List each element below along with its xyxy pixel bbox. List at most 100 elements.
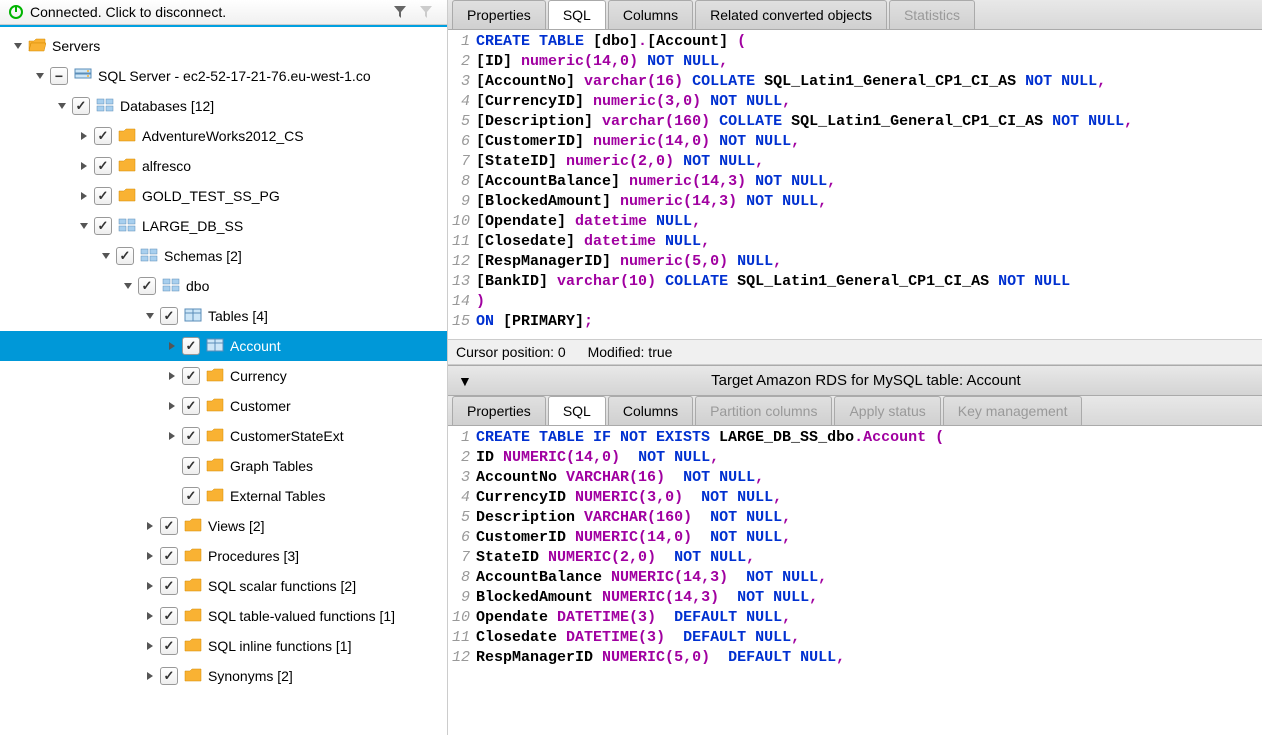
code-content[interactable]: [RespManagerID] numeric(5,0) NULL, (476, 252, 782, 272)
expander-icon[interactable] (78, 130, 90, 142)
tree-other-2[interactable]: SQL scalar functions [2] (0, 571, 447, 601)
target-sql-editor[interactable]: 1CREATE TABLE IF NOT EXISTS LARGE_DB_SS_… (448, 426, 1262, 735)
tree-other-0[interactable]: Views [2] (0, 511, 447, 541)
tree-servers[interactable]: Servers (0, 31, 447, 61)
checkbox[interactable] (94, 217, 112, 235)
tree-table-2[interactable]: Customer (0, 391, 447, 421)
code-content[interactable]: ) (476, 292, 485, 312)
tab-sql[interactable]: SQL (548, 396, 606, 425)
code-content[interactable]: [AccountNo] varchar(16) COLLATE SQL_Lati… (476, 72, 1106, 92)
tree-db-1[interactable]: alfresco (0, 151, 447, 181)
checkbox[interactable] (182, 337, 200, 355)
expander-icon[interactable] (144, 610, 156, 622)
tree-other-1[interactable]: Procedures [3] (0, 541, 447, 571)
tab-sql[interactable]: SQL (548, 0, 606, 29)
expander-icon[interactable] (166, 340, 178, 352)
checkbox[interactable] (182, 367, 200, 385)
source-sql-editor[interactable]: 1CREATE TABLE [dbo].[Account] (2[ID] num… (448, 30, 1262, 339)
checkbox[interactable] (182, 457, 200, 475)
tree-extra-0[interactable]: Graph Tables (0, 451, 447, 481)
tab-related-converted-objects[interactable]: Related converted objects (695, 0, 887, 29)
checkbox[interactable] (160, 667, 178, 685)
tree-tables[interactable]: Tables [4] (0, 301, 447, 331)
code-content[interactable]: ON [PRIMARY]; (476, 312, 593, 332)
checkbox[interactable] (160, 637, 178, 655)
expander-icon[interactable] (144, 310, 156, 322)
tree-schemas[interactable]: Schemas [2] (0, 241, 447, 271)
expander-icon[interactable] (144, 520, 156, 532)
checkbox[interactable] (182, 487, 200, 505)
checkbox[interactable] (160, 307, 178, 325)
tab-properties[interactable]: Properties (452, 0, 546, 29)
tab-columns[interactable]: Columns (608, 0, 693, 29)
expander-icon[interactable] (78, 190, 90, 202)
checkbox[interactable] (94, 127, 112, 145)
code-content[interactable]: CurrencyID NUMERIC(3,0) NOT NULL, (476, 488, 782, 508)
tree-extra-1[interactable]: External Tables (0, 481, 447, 511)
tab-properties[interactable]: Properties (452, 396, 546, 425)
code-content[interactable]: [ID] numeric(14,0) NOT NULL, (476, 52, 728, 72)
code-content[interactable]: Opendate DATETIME(3) DEFAULT NULL, (476, 608, 791, 628)
code-content[interactable]: CREATE TABLE IF NOT EXISTS LARGE_DB_SS_d… (476, 428, 944, 448)
power-icon[interactable] (8, 4, 24, 20)
tree-other-4[interactable]: SQL inline functions [1] (0, 631, 447, 661)
tree-db-0[interactable]: AdventureWorks2012_CS (0, 121, 447, 151)
code-content[interactable]: [CurrencyID] numeric(3,0) NOT NULL, (476, 92, 791, 112)
target-section-header[interactable]: ▼ Target Amazon RDS for MySQL table: Acc… (448, 365, 1262, 396)
code-content[interactable]: [BlockedAmount] numeric(14,3) NOT NULL, (476, 192, 827, 212)
expander-icon[interactable] (78, 160, 90, 172)
checkbox[interactable] (116, 247, 134, 265)
code-content[interactable]: Description VARCHAR(160) NOT NULL, (476, 508, 791, 528)
tree-server[interactable]: SQL Server - ec2-52-17-21-76.eu-west-1.c… (0, 61, 447, 91)
tree-other-5[interactable]: Synonyms [2] (0, 661, 447, 691)
code-content[interactable]: [Description] varchar(160) COLLATE SQL_L… (476, 112, 1133, 132)
checkbox[interactable] (182, 397, 200, 415)
expander-icon[interactable] (144, 670, 156, 682)
code-content[interactable]: Closedate DATETIME(3) DEFAULT NULL, (476, 628, 800, 648)
checkbox[interactable] (160, 547, 178, 565)
code-content[interactable]: AccountBalance NUMERIC(14,3) NOT NULL, (476, 568, 827, 588)
expander-icon[interactable] (34, 70, 46, 82)
checkbox[interactable] (94, 157, 112, 175)
expander-icon[interactable] (144, 550, 156, 562)
checkbox[interactable] (160, 517, 178, 535)
checkbox[interactable] (94, 187, 112, 205)
code-content[interactable]: RespManagerID NUMERIC(5,0) DEFAULT NULL, (476, 648, 845, 668)
checkbox[interactable] (138, 277, 156, 295)
tree-db-3[interactable]: LARGE_DB_SS (0, 211, 447, 241)
code-content[interactable]: StateID NUMERIC(2,0) NOT NULL, (476, 548, 755, 568)
expander-icon[interactable] (12, 40, 24, 52)
tree-table-3[interactable]: CustomerStateExt (0, 421, 447, 451)
connection-status[interactable]: Connected. Click to disconnect. (30, 4, 387, 20)
tree-table-0[interactable]: Account (0, 331, 447, 361)
collapse-icon[interactable]: ▼ (458, 373, 472, 389)
tree-db-2[interactable]: GOLD_TEST_SS_PG (0, 181, 447, 211)
tree-databases[interactable]: Databases [12] (0, 91, 447, 121)
code-content[interactable]: ID NUMERIC(14,0) NOT NULL, (476, 448, 719, 468)
code-content[interactable]: [Closedate] datetime NULL, (476, 232, 710, 252)
code-content[interactable]: [BankID] varchar(10) COLLATE SQL_Latin1_… (476, 272, 1070, 292)
checkbox[interactable] (160, 577, 178, 595)
expander-icon[interactable] (78, 220, 90, 232)
filter-icon[interactable] (393, 5, 407, 19)
code-content[interactable]: AccountNo VARCHAR(16) NOT NULL, (476, 468, 764, 488)
tab-columns[interactable]: Columns (608, 396, 693, 425)
tree-other-3[interactable]: SQL table-valued functions [1] (0, 601, 447, 631)
code-content[interactable]: CustomerID NUMERIC(14,0) NOT NULL, (476, 528, 791, 548)
expander-icon[interactable] (144, 640, 156, 652)
checkbox[interactable] (72, 97, 90, 115)
expander-icon[interactable] (166, 460, 178, 472)
expander-icon[interactable] (166, 370, 178, 382)
tree-table-1[interactable]: Currency (0, 361, 447, 391)
code-content[interactable]: [Opendate] datetime NULL, (476, 212, 701, 232)
expander-icon[interactable] (144, 580, 156, 592)
expander-icon[interactable] (166, 400, 178, 412)
code-content[interactable]: [StateID] numeric(2,0) NOT NULL, (476, 152, 764, 172)
expander-icon[interactable] (166, 490, 178, 502)
checkbox[interactable] (182, 427, 200, 445)
expander-icon[interactable] (166, 430, 178, 442)
checkbox[interactable] (50, 67, 68, 85)
code-content[interactable]: CREATE TABLE [dbo].[Account] ( (476, 32, 746, 52)
tree-schema-dbo[interactable]: dbo (0, 271, 447, 301)
code-content[interactable]: BlockedAmount NUMERIC(14,3) NOT NULL, (476, 588, 818, 608)
